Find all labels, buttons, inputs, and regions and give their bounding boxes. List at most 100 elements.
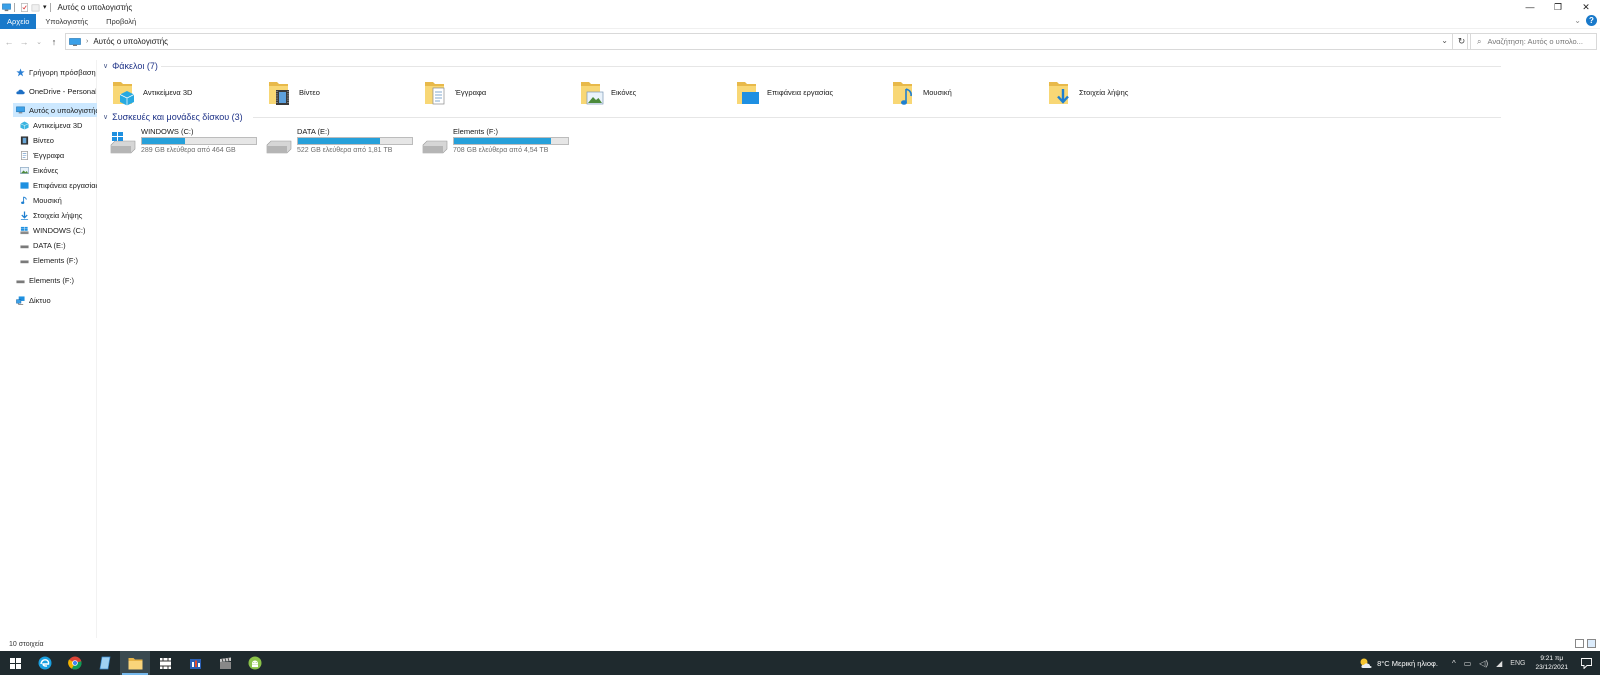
up-button[interactable]: ↑ — [48, 35, 60, 49]
qat-separator — [14, 2, 15, 12]
nav-item-documents[interactable]: Έγγραφα — [20, 148, 97, 162]
qat-separator — [49, 2, 51, 12]
volume-icon[interactable]: ◁) — [1479, 659, 1488, 668]
video-icon — [20, 135, 29, 145]
nav-item-data-e[interactable]: DATA (E:) — [20, 238, 97, 252]
nav-item-videos[interactable]: Βίντεο — [20, 133, 97, 147]
drive-elements-f[interactable]: Elements (F:) 708 GB ελεύθερα από 4,54 T… — [421, 127, 569, 155]
drives-group-header[interactable]: ∨ Συσκευές και μονάδες δίσκου (3) — [103, 111, 1503, 123]
nav-item-label: Αυτός ο υπολογιστής — [29, 105, 97, 115]
notepad-icon[interactable] — [90, 651, 120, 675]
tray-overflow-icon[interactable]: ^ — [1452, 659, 1456, 668]
folder-documents-icon — [424, 77, 450, 107]
nav-item-this-pc[interactable]: Αυτός ο υπολογιστής — [13, 103, 97, 117]
drive-windows-c[interactable]: WINDOWS (C:) 289 GB ελεύθερα από 464 GB — [109, 127, 257, 155]
folder-desktop[interactable]: Επιφάνεια εργασίας — [736, 76, 833, 108]
ribbon-right-controls: ⌄ ? — [1574, 15, 1597, 26]
drive-usage-bar — [453, 137, 569, 145]
drive-name: Elements (F:) — [453, 127, 499, 136]
drive-icon — [421, 129, 449, 155]
tab-computer[interactable]: Υπολογιστής — [36, 14, 97, 29]
folder-videos[interactable]: Βίντεο — [268, 76, 320, 108]
nav-item-pictures[interactable]: Εικόνες — [20, 163, 97, 177]
nav-item-label: Elements (F:) — [33, 255, 79, 265]
address-bar[interactable]: › Αυτός ο υπολογιστής ⌄ ↻ — [65, 33, 1471, 50]
nav-item-desktop[interactable]: Επιφάνεια εργασίας — [20, 178, 97, 192]
cube-icon — [20, 120, 29, 130]
file-explorer-icon[interactable] — [120, 651, 150, 675]
wifi-icon[interactable]: ◢ — [1496, 659, 1502, 668]
folder-documents[interactable]: Έγγραφα — [424, 76, 486, 108]
drive-data-e[interactable]: DATA (E:) 522 GB ελεύθερα από 1,81 TB — [265, 127, 413, 155]
weather-widget[interactable]: 8°C Μερική ηλιοφ. — [1359, 657, 1438, 669]
drive-usage-bar — [297, 137, 413, 145]
group-divider — [253, 117, 1501, 118]
nav-item-label: DATA (E:) — [33, 240, 66, 250]
title-bar: ▾ Αυτός ο υπολογιστής — ❐ ✕ — [0, 0, 1600, 14]
restore-button[interactable]: ❐ — [1544, 0, 1572, 14]
properties-icon[interactable] — [20, 2, 29, 12]
taskbar: 8°C Μερική ηλιοφ. ^ ▭ ◁) ◢ ENG 9:21 πμ 2… — [0, 651, 1600, 675]
chrome-icon[interactable] — [60, 651, 90, 675]
address-dropdown-icon[interactable]: ⌄ — [1441, 36, 1448, 45]
android-icon[interactable] — [240, 651, 270, 675]
windows-start-icon[interactable] — [0, 651, 30, 675]
edge-icon[interactable] — [30, 651, 60, 675]
folder-3d-objects-icon — [112, 77, 138, 107]
recent-locations-button[interactable]: ⌄ — [33, 35, 45, 49]
clock[interactable]: 9:21 πμ 23/12/2021 — [1535, 654, 1568, 672]
tab-file[interactable]: Αρχείο — [0, 13, 37, 29]
minimize-button[interactable]: — — [1516, 0, 1544, 14]
drive-icon — [16, 276, 25, 285]
chevron-down-icon[interactable]: ∨ — [103, 113, 108, 121]
folder-3d-objects[interactable]: Αντικείμενα 3D — [112, 76, 192, 108]
nav-item-elements-f-root[interactable]: Elements (F:) — [16, 273, 96, 287]
computer-icon[interactable] — [2, 3, 11, 12]
folder-videos-icon — [268, 77, 294, 107]
new-folder-icon[interactable] — [31, 3, 40, 12]
folder-label: Επιφάνεια εργασίας — [767, 87, 834, 97]
nav-item-label: Γρήγορη πρόσβαση — [29, 67, 96, 77]
nav-item-label: Έγγραφα — [33, 150, 65, 160]
folder-pictures[interactable]: Εικόνες — [580, 76, 636, 108]
nav-item-windows-c[interactable]: WINDOWS (C:) — [20, 223, 97, 237]
large-icons-view-icon[interactable] — [1587, 639, 1596, 648]
nav-item-music[interactable]: Μουσική — [20, 193, 97, 207]
forward-button[interactable]: → — [18, 35, 30, 49]
notification-center-icon[interactable] — [1576, 657, 1596, 669]
content-area: ∨ Φάκελοι (7) Αντικείμενα 3D Βίντεο Έγγρ… — [100, 60, 1600, 638]
tab-view[interactable]: Προβολή — [97, 14, 145, 29]
nav-item-network[interactable]: Δίκτυο — [16, 293, 96, 307]
nav-item-quick-access[interactable]: Γρήγορη πρόσβαση — [16, 65, 96, 79]
folder-music[interactable]: Μουσική — [892, 76, 952, 108]
nav-item-3d-objects[interactable]: Αντικείμενα 3D — [20, 118, 97, 132]
nav-item-downloads[interactable]: Στοιχεία λήψης — [20, 208, 97, 222]
breadcrumb-separator-icon[interactable]: › — [86, 38, 88, 45]
nav-item-onedrive[interactable]: OneDrive - Personal — [16, 84, 96, 98]
chevron-down-icon[interactable]: ∨ — [103, 62, 108, 70]
close-button[interactable]: ✕ — [1572, 0, 1600, 14]
details-view-icon[interactable] — [1575, 639, 1584, 648]
battery-icon[interactable]: ▭ — [1464, 659, 1472, 668]
folders-group-title: Φάκελοι (7) — [112, 61, 158, 71]
folders-group-header[interactable]: ∨ Φάκελοι (7) — [103, 60, 1503, 72]
folder-label: Βίντεο — [299, 87, 320, 97]
customize-qat-icon[interactable]: ▾ — [43, 3, 47, 11]
language-indicator[interactable]: ENG — [1510, 660, 1525, 667]
search-input[interactable]: ⌕ Αναζήτηση: Αυτός ο υπολο... — [1467, 33, 1597, 50]
folder-label: Έγγραφα — [455, 87, 487, 97]
back-button[interactable]: ← — [3, 35, 15, 49]
windows-drive-icon — [109, 129, 137, 155]
clapper-icon[interactable] — [210, 651, 240, 675]
folder-downloads[interactable]: Στοιχεία λήψης — [1048, 76, 1128, 108]
expand-ribbon-icon[interactable]: ⌄ — [1574, 16, 1581, 25]
picture-icon — [20, 166, 29, 175]
nav-item-elements-f[interactable]: Elements (F:) — [20, 253, 97, 267]
nav-item-label: Επιφάνεια εργασίας — [33, 180, 97, 190]
breadcrumb-this-pc[interactable]: Αυτός ο υπολογιστής — [93, 37, 168, 46]
ribbon-tabs: Αρχείο Υπολογιστής Προβολή ⌄ ? — [0, 13, 1600, 29]
help-icon[interactable]: ? — [1586, 15, 1597, 26]
movie-maker-icon[interactable] — [150, 651, 180, 675]
navigation-pane: Γρήγορη πρόσβαση OneDrive - Personal Αυτ… — [0, 60, 97, 638]
office-icon[interactable] — [180, 651, 210, 675]
